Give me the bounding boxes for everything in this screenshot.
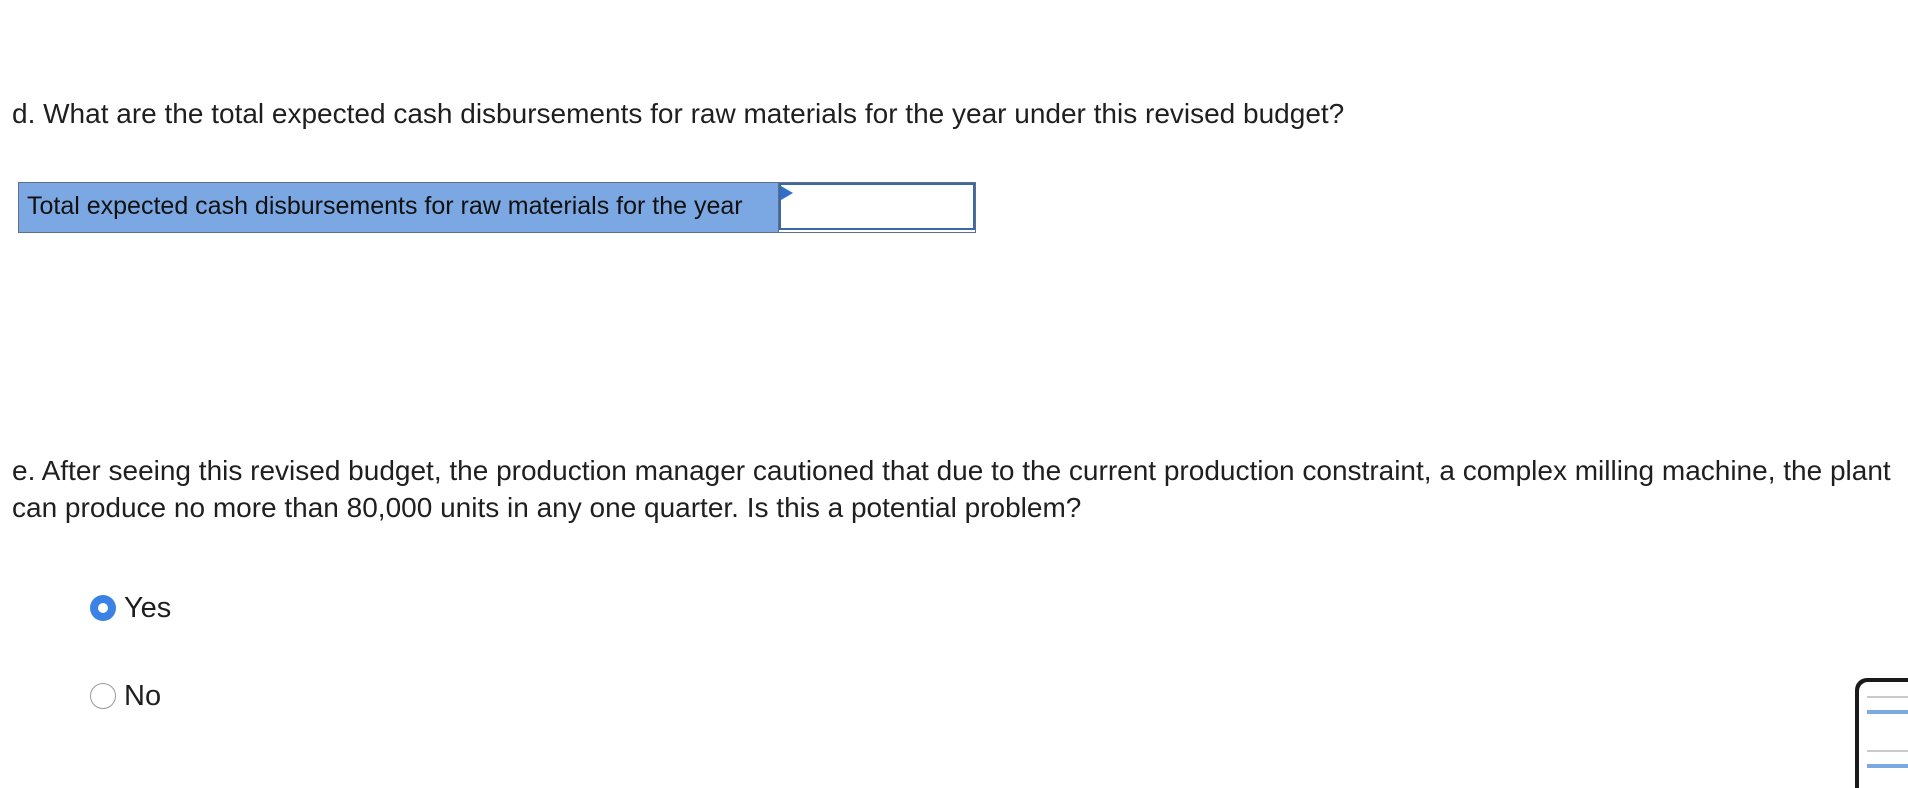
thumbnail-bar [1867, 710, 1908, 714]
option-yes[interactable]: Yes [90, 590, 171, 626]
question-e-text: e. After seeing this revised budget, the… [12, 455, 1891, 523]
page: d. What are the total expected cash disb… [0, 0, 1908, 788]
question-d-text: d. What are the total expected cash disb… [12, 98, 1345, 129]
thumbnail-screen [1859, 682, 1908, 788]
total-disbursements-input[interactable] [781, 185, 973, 228]
thumbnail-text-line [1867, 696, 1908, 698]
page-thumbnail-preview[interactable] [1855, 678, 1908, 788]
thumbnail-bar [1867, 764, 1908, 768]
answer-input-cell[interactable] [779, 183, 975, 230]
thumbnail-text-line [1867, 750, 1908, 752]
option-yes-label[interactable]: Yes [124, 590, 171, 626]
option-no-label[interactable]: No [124, 678, 161, 714]
answer-row-label: Total expected cash disbursements for ra… [19, 183, 779, 232]
answer-table: Total expected cash disbursements for ra… [18, 182, 976, 233]
radio-no-icon[interactable] [90, 683, 116, 709]
option-no[interactable]: No [90, 678, 161, 714]
radio-yes-selected-icon[interactable] [90, 595, 116, 621]
cell-flag-icon [781, 186, 793, 200]
